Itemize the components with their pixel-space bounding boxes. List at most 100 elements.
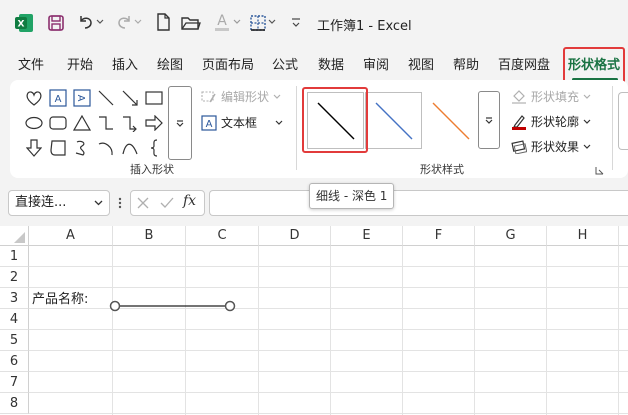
heart-shape-icon[interactable] bbox=[24, 88, 44, 108]
arc-shape-icon[interactable] bbox=[96, 138, 116, 158]
shape-outline-button[interactable]: 形状轮廓 bbox=[511, 113, 591, 130]
next-group-edge bbox=[618, 92, 628, 150]
save-icon[interactable] bbox=[46, 13, 66, 33]
column-header-a[interactable]: A bbox=[29, 226, 113, 246]
cancel-icon[interactable] bbox=[137, 197, 149, 212]
gridline bbox=[112, 246, 113, 415]
chevron-down-icon bbox=[583, 119, 591, 124]
column-header-f[interactable]: F bbox=[403, 226, 475, 246]
text-box-label: 文本框 bbox=[221, 116, 258, 130]
selected-style-highlight bbox=[302, 87, 368, 153]
triangle-shape-icon[interactable] bbox=[72, 113, 92, 133]
shape-fill-button[interactable]: 形状填充 bbox=[511, 88, 591, 105]
tab-draw[interactable]: 绘图 bbox=[157, 54, 183, 73]
line-shape-icon[interactable] bbox=[96, 88, 116, 108]
row-header-4[interactable]: 4 bbox=[0, 309, 29, 330]
column-header-e[interactable]: E bbox=[331, 226, 403, 246]
tab-page-layout[interactable]: 页面布局 bbox=[202, 54, 254, 73]
undo-dropdown-icon[interactable] bbox=[96, 16, 104, 28]
column-header-d[interactable]: D bbox=[259, 226, 331, 246]
gridline bbox=[546, 246, 547, 415]
borders-icon[interactable] bbox=[248, 13, 268, 33]
shapes-gallery-more-button[interactable] bbox=[168, 86, 192, 160]
borders-dropdown-icon[interactable] bbox=[268, 16, 276, 28]
rectangle-shape-icon[interactable] bbox=[144, 88, 164, 108]
font-color-dropdown-icon[interactable] bbox=[233, 16, 241, 28]
shape-style-thin-line-orange[interactable] bbox=[422, 92, 479, 149]
ribbon-tabs: 文件 开始 插入 绘图 页面布局 公式 数据 审阅 视图 帮助 百度网盘 形状格… bbox=[0, 48, 628, 78]
svg-text:A: A bbox=[206, 119, 213, 130]
formula-input[interactable] bbox=[209, 190, 628, 216]
rounded-rectangle-shape-icon[interactable] bbox=[48, 113, 68, 133]
freeform-shape-icon[interactable] bbox=[72, 138, 92, 158]
row-header-5[interactable]: 5 bbox=[0, 330, 29, 351]
row-header-2[interactable]: 2 bbox=[0, 267, 29, 288]
elbow-arrow-connector-shape-icon[interactable] bbox=[120, 113, 140, 133]
row-header-8[interactable]: 8 bbox=[0, 393, 29, 414]
down-arrow-shape-icon[interactable] bbox=[24, 138, 44, 158]
ribbon-separator bbox=[296, 86, 297, 170]
curve-shape-icon[interactable] bbox=[120, 138, 140, 158]
arrow-line-shape-icon[interactable] bbox=[120, 88, 140, 108]
tab-review[interactable]: 审阅 bbox=[363, 54, 389, 73]
brace-shape-icon[interactable] bbox=[144, 138, 164, 158]
name-box-value: 直接连... bbox=[15, 195, 67, 210]
right-arrow-shape-icon[interactable] bbox=[144, 113, 164, 133]
redo-dropdown-icon[interactable] bbox=[134, 16, 142, 28]
tab-insert[interactable]: 插入 bbox=[112, 54, 138, 73]
row-header-6[interactable]: 6 bbox=[0, 351, 29, 372]
dialog-launcher-icon[interactable] bbox=[594, 165, 604, 175]
gridline bbox=[29, 371, 628, 372]
text-box-button[interactable]: A 文本框 bbox=[201, 114, 283, 131]
elbow-connector-shape-icon[interactable] bbox=[96, 113, 116, 133]
tab-formulas[interactable]: 公式 bbox=[272, 54, 298, 73]
more-options-icon[interactable] bbox=[116, 196, 124, 210]
text-box-shape-icon[interactable]: A bbox=[48, 88, 68, 108]
chevron-down-icon bbox=[275, 120, 283, 125]
column-header-c[interactable]: C bbox=[186, 226, 259, 246]
tab-home[interactable]: 开始 bbox=[67, 54, 93, 73]
redo-icon[interactable] bbox=[114, 12, 134, 32]
chevron-down-icon[interactable] bbox=[94, 191, 103, 215]
row-header-1[interactable]: 1 bbox=[0, 246, 29, 267]
row-header-7[interactable]: 7 bbox=[0, 372, 29, 393]
snip-rectangle-shape-icon[interactable] bbox=[48, 138, 68, 158]
tab-help[interactable]: 帮助 bbox=[453, 54, 479, 73]
tab-file[interactable]: 文件 bbox=[18, 54, 44, 73]
edit-shape-button[interactable]: 编辑形状 bbox=[201, 88, 281, 105]
confirm-icon[interactable] bbox=[160, 197, 174, 212]
gridline bbox=[29, 266, 628, 267]
column-header-b[interactable]: B bbox=[113, 226, 186, 246]
row-header-3[interactable]: 3 bbox=[0, 288, 29, 309]
tab-baidu-netdisk[interactable]: 百度网盘 bbox=[498, 54, 550, 73]
tab-view[interactable]: 视图 bbox=[408, 54, 434, 73]
shape-fill-label: 形状填充 bbox=[531, 90, 580, 104]
line-start-handle bbox=[109, 300, 121, 312]
tab-data[interactable]: 数据 bbox=[318, 54, 344, 73]
line-shape[interactable] bbox=[105, 296, 240, 316]
select-all-corner[interactable] bbox=[0, 226, 29, 246]
shape-effects-button[interactable]: 形状效果 bbox=[511, 138, 591, 155]
title-bar: X A 工作簿1 - Excel bbox=[0, 0, 628, 46]
insert-shapes-group-label: 插入形状 bbox=[130, 163, 174, 176]
chevron-down-icon bbox=[583, 144, 591, 149]
customize-quick-access-icon[interactable] bbox=[289, 14, 303, 32]
column-header-g[interactable]: G bbox=[475, 226, 547, 246]
insert-function-button[interactable]: fx bbox=[183, 193, 196, 209]
name-box[interactable]: 直接连... bbox=[8, 190, 110, 216]
font-color-icon[interactable]: A bbox=[212, 11, 232, 33]
shape-style-thin-line-blue[interactable] bbox=[365, 92, 422, 149]
style-tooltip: 细线 - 深色 1 bbox=[309, 183, 395, 209]
shape-styles-more-button[interactable] bbox=[478, 91, 500, 149]
undo-icon[interactable] bbox=[76, 12, 96, 32]
column-header-h[interactable]: H bbox=[547, 226, 619, 246]
worksheet-grid[interactable]: A B C D E F G H 1 2 3 4 5 6 7 8 产品名称: bbox=[0, 226, 628, 415]
oval-shape-icon[interactable] bbox=[24, 113, 44, 133]
open-folder-icon[interactable] bbox=[180, 13, 202, 33]
gridline bbox=[29, 287, 628, 288]
cell-a3[interactable]: 产品名称: bbox=[32, 288, 88, 307]
chevron-down-icon bbox=[273, 94, 281, 99]
shape-outline-label: 形状轮廓 bbox=[531, 115, 580, 129]
vertical-text-box-shape-icon[interactable]: A bbox=[72, 88, 92, 108]
new-file-icon[interactable] bbox=[153, 12, 173, 32]
